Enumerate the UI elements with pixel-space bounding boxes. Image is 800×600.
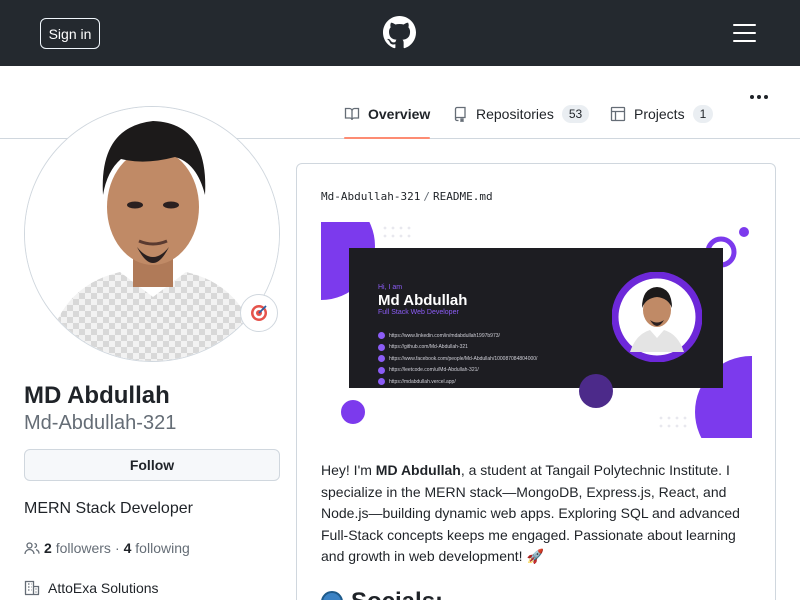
avatar-portrait (25, 107, 279, 361)
socials-heading-text: Socials: (351, 588, 443, 600)
banner-card: Hi, I am Md Abdullah Full Stack Web Deve… (349, 248, 723, 408)
hamburger-icon[interactable] (733, 24, 756, 42)
top-header: Sign in (0, 0, 800, 66)
github-icon[interactable] (383, 16, 416, 49)
followers-label: followers (55, 540, 111, 556)
tab-projects[interactable]: Projects 1 (610, 90, 714, 138)
banner-link-portfolio: https://mdabdullah.vercel.app/ (378, 376, 537, 388)
banner-link-facebook: https://www.facebook.com/people/Md-Abdul… (378, 353, 537, 365)
banner-name: Md Abdullah (378, 292, 468, 309)
organization-name: AttoExa Solutions (48, 580, 159, 596)
followers-summary: 2 followers · 4 following (24, 540, 190, 556)
sign-in-button[interactable]: Sign in (40, 18, 100, 49)
readme-path: Md-Abdullah-321/README.md (321, 190, 493, 203)
profile-bio: MERN Stack Developer (24, 500, 193, 517)
intro-name: MD Abdullah (375, 462, 461, 478)
followers-separator: · (114, 540, 120, 556)
banner-link-github: https://github.com/Md-Abdullah-321 (378, 342, 537, 354)
follow-button[interactable]: Follow (24, 449, 280, 481)
banner-link-text: https://www.linkedin.com/in/mdabdullah19… (389, 332, 500, 339)
banner-link-leetcode: https://leetcode.com/u/Md-Abdullah-321/ (378, 365, 537, 377)
table-icon (610, 106, 626, 122)
intro-prefix: Hey! I'm (321, 462, 376, 478)
kebab-menu-icon[interactable] (750, 92, 770, 102)
profile-login: Md-Abdullah-321 (24, 412, 177, 434)
leetcode-icon (378, 366, 385, 374)
readme-banner-image: Hi, I am Md Abdullah Full Stack Web Deve… (321, 222, 752, 438)
banner-greeting: Hi, I am (378, 284, 403, 291)
followers-count: 2 (44, 540, 52, 556)
banner-links: https://www.linkedin.com/in/mdabdullah19… (378, 330, 537, 388)
followers-link[interactable]: 2 followers (44, 540, 111, 556)
profile-organization: AttoExa Solutions (24, 580, 159, 596)
banner-link-text: https://www.facebook.com/people/Md-Abdul… (389, 355, 538, 362)
following-link[interactable]: 4 following (124, 540, 190, 556)
readme-intro: Hey! I'm MD Abdullah, a student at Tanga… (321, 460, 741, 568)
globe-icon (321, 591, 343, 600)
following-count: 4 (123, 540, 132, 556)
tab-overview[interactable]: Overview (344, 90, 431, 139)
repositories-count: 53 (561, 105, 590, 123)
projects-count: 1 (692, 105, 714, 123)
linkedin-icon (378, 332, 385, 340)
path-separator: / (423, 190, 430, 203)
github-icon (378, 343, 385, 351)
banner-role: Full Stack Web Developer (378, 309, 459, 316)
tab-label: Projects (634, 106, 685, 122)
profile-name: MD Abdullah (24, 382, 170, 409)
globe-icon (378, 378, 385, 386)
facebook-icon (378, 355, 385, 363)
banner-link-text: https://github.com/Md-Abdullah-321 (389, 344, 468, 351)
book-icon (344, 107, 360, 121)
avatar[interactable] (24, 106, 280, 362)
socials-heading: Socials: (321, 588, 443, 600)
target-icon (251, 305, 267, 321)
tab-label: Overview (368, 106, 431, 122)
tab-repositories[interactable]: Repositories 53 (452, 90, 590, 138)
banner-portrait (612, 272, 702, 362)
repo-icon (454, 106, 466, 122)
organization-icon (24, 580, 40, 596)
readme-owner-link[interactable]: Md-Abdullah-321 (321, 190, 420, 203)
following-label: following (135, 540, 190, 556)
tab-label: Repositories (476, 106, 554, 122)
banner-link-text: https://leetcode.com/u/Md-Abdullah-321/ (389, 367, 479, 374)
people-icon (24, 542, 40, 555)
status-emoji-button[interactable] (240, 294, 278, 332)
readme-file-name: README.md (432, 190, 493, 203)
banner-link-linkedin: https://www.linkedin.com/in/mdabdullah19… (378, 330, 537, 342)
banner-link-text: https://mdabdullah.vercel.app/ (389, 378, 456, 385)
banner-accent-circle (579, 374, 613, 408)
readme-card: Md-Abdullah-321/README.md Hi, I am Md Ab… (296, 163, 776, 600)
